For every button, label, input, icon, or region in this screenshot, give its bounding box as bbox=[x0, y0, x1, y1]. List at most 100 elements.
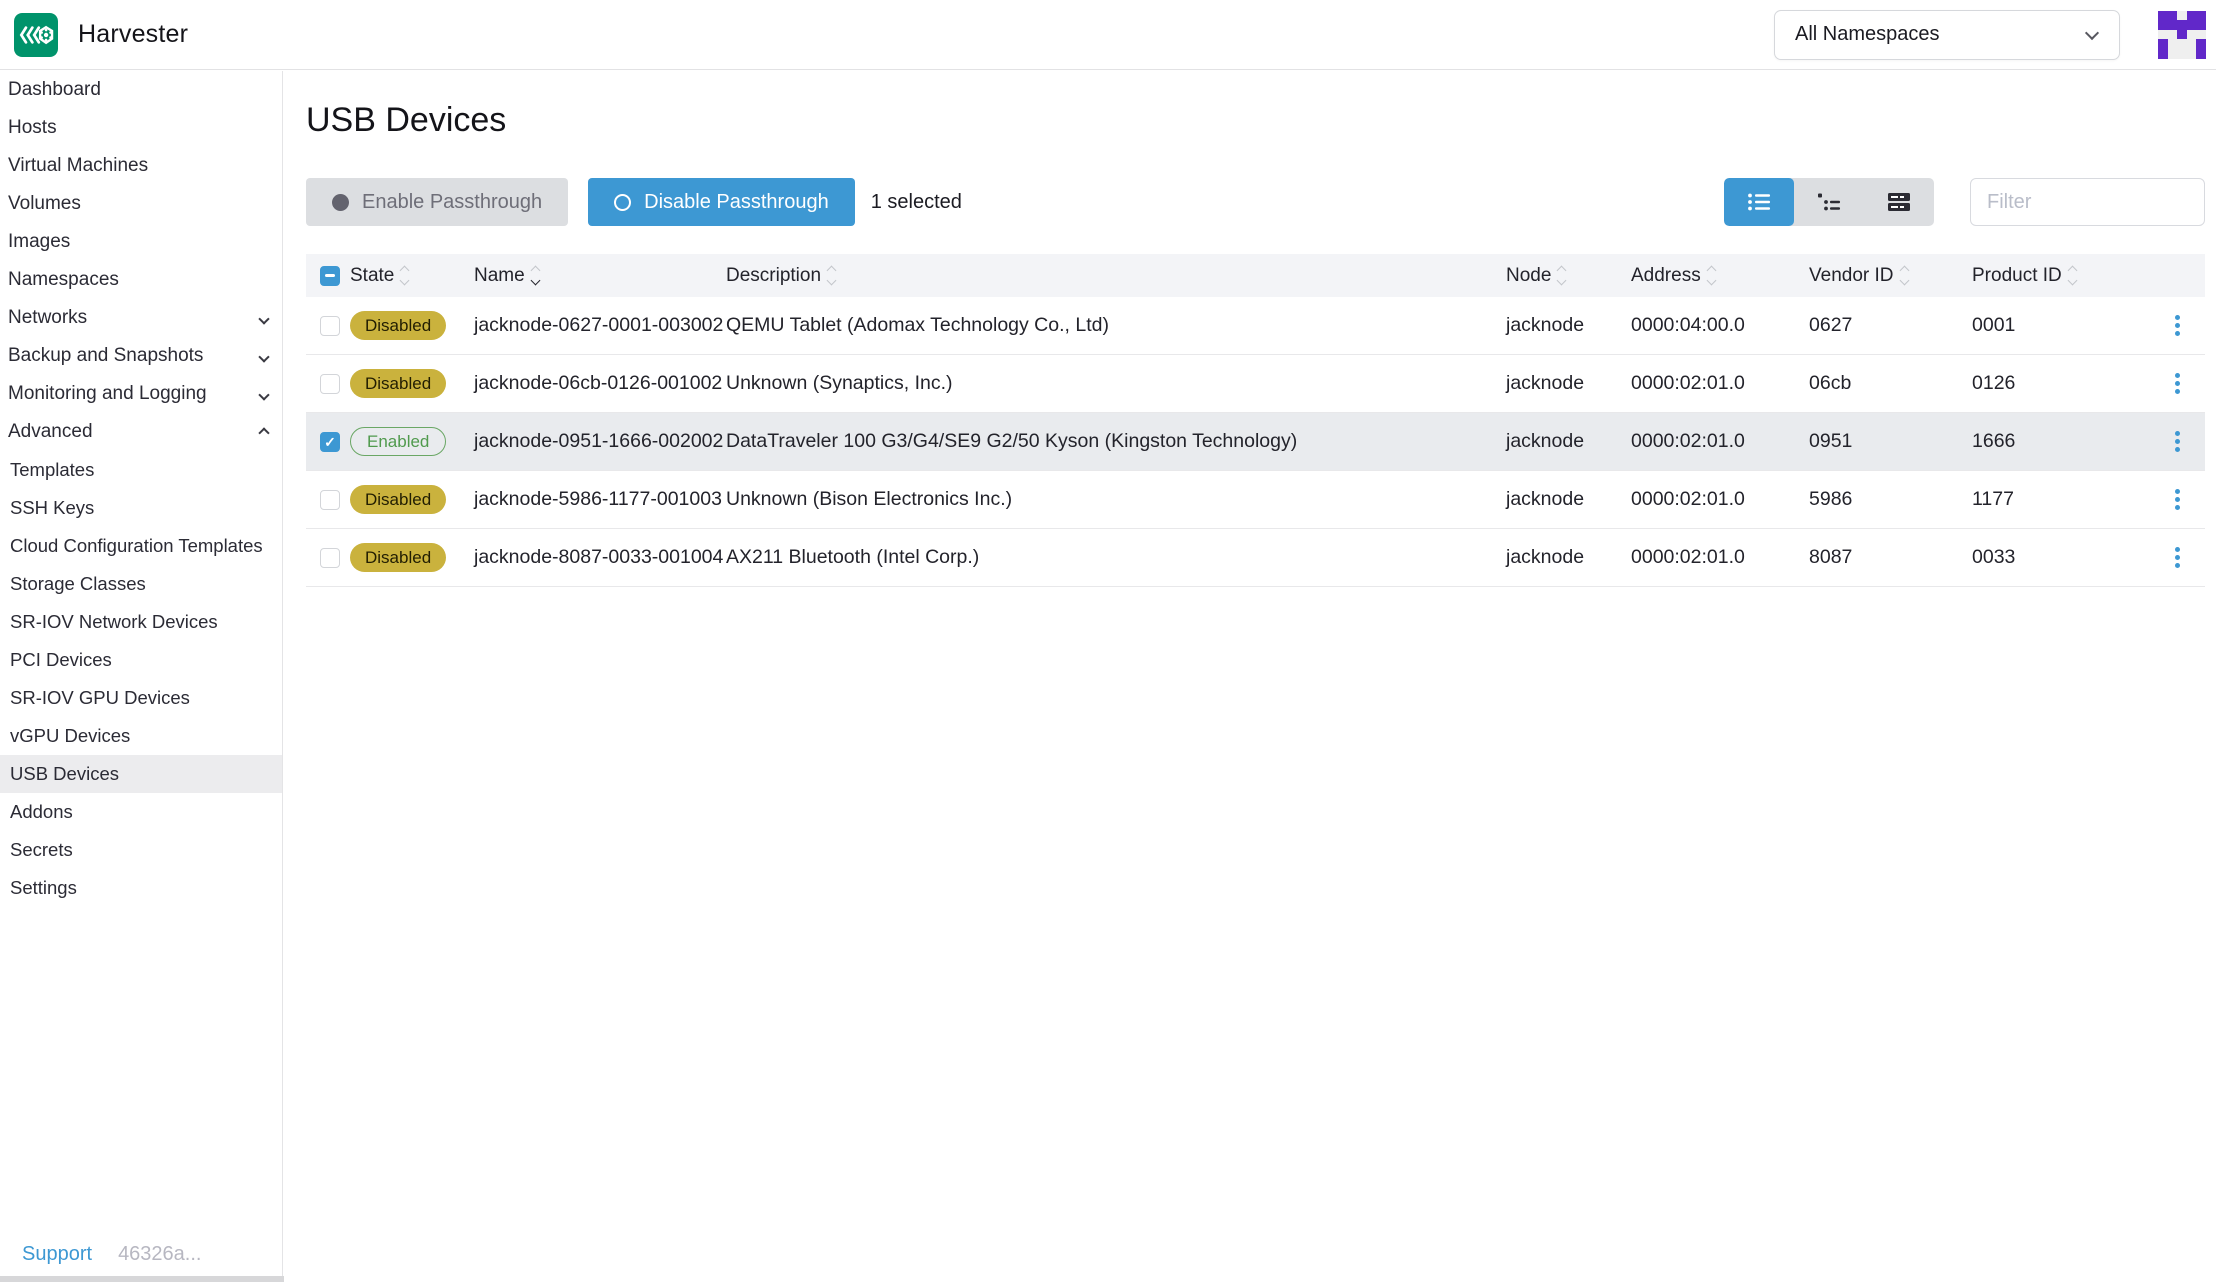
sidebar-group-advanced[interactable]: Advanced bbox=[0, 413, 282, 451]
sidebar-item-volumes[interactable]: Volumes bbox=[0, 185, 282, 223]
sidebar-item-ssh-keys[interactable]: SSH Keys bbox=[0, 489, 282, 527]
table-header-row: State Name Description Node Address bbox=[306, 254, 2205, 297]
table-row-selected: Enabled jacknode-0951-1666-002002 DataTr… bbox=[306, 413, 2205, 471]
status-badge: Enabled bbox=[350, 427, 446, 456]
sidebar-group-networks[interactable]: Networks bbox=[0, 299, 282, 337]
device-product-id: 0033 bbox=[1972, 546, 2149, 569]
device-name: jacknode-0627-0001-003002 bbox=[474, 314, 726, 337]
sidebar-item-dashboard[interactable]: Dashboard bbox=[0, 71, 282, 109]
device-address: 0000:02:01.0 bbox=[1631, 430, 1809, 453]
harvester-app: Harvester All Namespaces Dashboard Hosts… bbox=[0, 0, 2216, 1282]
sidebar-item-secrets[interactable]: Secrets bbox=[0, 831, 282, 869]
table-row: Disabled jacknode-06cb-0126-001002 Unkno… bbox=[306, 355, 2205, 413]
chevron-down-icon bbox=[260, 307, 268, 329]
row-checkbox[interactable] bbox=[320, 548, 340, 568]
column-header-state[interactable]: State bbox=[350, 265, 474, 287]
namespace-selector[interactable]: All Namespaces bbox=[1774, 10, 2120, 60]
device-name: jacknode-06cb-0126-001002 bbox=[474, 372, 726, 395]
device-node: jacknode bbox=[1506, 546, 1631, 569]
row-actions-menu-icon[interactable] bbox=[2175, 555, 2180, 560]
sort-icon bbox=[401, 267, 408, 284]
sidebar-item-storage-classes[interactable]: Storage Classes bbox=[0, 565, 282, 603]
usb-devices-table: State Name Description Node Address bbox=[306, 254, 2205, 587]
device-vendor-id: 0627 bbox=[1809, 314, 1972, 337]
sort-icon bbox=[828, 267, 835, 284]
version-text: 46326a... bbox=[118, 1243, 201, 1266]
chevron-down-icon bbox=[260, 345, 268, 367]
select-all-checkbox[interactable] bbox=[320, 266, 340, 286]
sort-icon bbox=[1558, 267, 1565, 284]
top-bar-right: All Namespaces bbox=[1774, 10, 2216, 60]
column-header-address[interactable]: Address bbox=[1631, 265, 1809, 287]
sort-icon bbox=[1901, 267, 1908, 284]
column-header-vendor-id[interactable]: Vendor ID bbox=[1809, 265, 1972, 287]
device-address: 0000:02:01.0 bbox=[1631, 372, 1809, 395]
harvester-logo-icon[interactable] bbox=[14, 13, 58, 57]
sidebar-item-sr-iov-network-devices[interactable]: SR-IOV Network Devices bbox=[0, 603, 282, 641]
row-actions-menu-icon[interactable] bbox=[2175, 439, 2180, 444]
row-checkbox[interactable] bbox=[320, 316, 340, 336]
sidebar-item-virtual-machines[interactable]: Virtual Machines bbox=[0, 147, 282, 185]
table-row: Disabled jacknode-8087-0033-001004 AX211… bbox=[306, 529, 2205, 587]
device-address: 0000:04:00.0 bbox=[1631, 314, 1809, 337]
device-address: 0000:02:01.0 bbox=[1631, 488, 1809, 511]
column-header-description[interactable]: Description bbox=[726, 265, 1506, 287]
sidebar-footer: Support 46326a... bbox=[22, 1243, 201, 1266]
column-header-product-id[interactable]: Product ID bbox=[1972, 265, 2149, 287]
chevron-down-icon bbox=[260, 383, 268, 405]
device-vendor-id: 8087 bbox=[1809, 546, 1972, 569]
sidebar-nav: Dashboard Hosts Virtual Machines Volumes… bbox=[0, 71, 282, 907]
sidebar-item-images[interactable]: Images bbox=[0, 223, 282, 261]
sidebar-item-usb-devices[interactable]: USB Devices bbox=[0, 755, 282, 793]
row-checkbox-checked[interactable] bbox=[320, 432, 340, 452]
view-mode-toggle bbox=[1724, 178, 1934, 226]
device-product-id: 0001 bbox=[1972, 314, 2149, 337]
row-checkbox[interactable] bbox=[320, 490, 340, 510]
support-link[interactable]: Support bbox=[22, 1243, 92, 1266]
row-actions-menu-icon[interactable] bbox=[2175, 497, 2180, 502]
device-description: Unknown (Bison Electronics Inc.) bbox=[726, 488, 1506, 511]
sidebar-group-monitoring-and-logging[interactable]: Monitoring and Logging bbox=[0, 375, 282, 413]
sidebar-item-sr-iov-gpu-devices[interactable]: SR-IOV GPU Devices bbox=[0, 679, 282, 717]
sidebar-item-settings[interactable]: Settings bbox=[0, 869, 282, 907]
namespace-selector-value: All Namespaces bbox=[1795, 23, 1940, 46]
records-view-button[interactable] bbox=[1864, 178, 1934, 226]
device-product-id: 0126 bbox=[1972, 372, 2149, 395]
sidebar-item-cloud-configuration-templates[interactable]: Cloud Configuration Templates bbox=[0, 527, 282, 565]
chevron-down-icon bbox=[2085, 25, 2099, 39]
filter-input[interactable] bbox=[1970, 178, 2205, 226]
sort-icon bbox=[2069, 267, 2076, 284]
status-badge: Disabled bbox=[350, 543, 446, 572]
sidebar-item-namespaces[interactable]: Namespaces bbox=[0, 261, 282, 299]
sort-icon-active bbox=[532, 267, 539, 284]
row-checkbox[interactable] bbox=[320, 374, 340, 394]
sidebar-group-backup-and-snapshots[interactable]: Backup and Snapshots bbox=[0, 337, 282, 375]
status-badge: Disabled bbox=[350, 311, 446, 340]
device-node: jacknode bbox=[1506, 488, 1631, 511]
row-actions-menu-icon[interactable] bbox=[2175, 381, 2180, 386]
user-avatar[interactable] bbox=[2158, 11, 2206, 59]
row-actions-menu-icon[interactable] bbox=[2175, 323, 2180, 328]
list-view-button[interactable] bbox=[1724, 178, 1794, 226]
enable-passthrough-button[interactable]: Enable Passthrough bbox=[306, 178, 568, 226]
device-node: jacknode bbox=[1506, 430, 1631, 453]
grouped-list-view-button[interactable] bbox=[1794, 178, 1864, 226]
column-header-name[interactable]: Name bbox=[474, 265, 726, 287]
sidebar-item-pci-devices[interactable]: PCI Devices bbox=[0, 641, 282, 679]
device-name: jacknode-5986-1177-001003 bbox=[474, 488, 726, 511]
device-name: jacknode-8087-0033-001004 bbox=[474, 546, 726, 569]
hollow-circle-icon bbox=[614, 194, 631, 211]
disable-passthrough-button[interactable]: Disable Passthrough bbox=[588, 178, 855, 226]
sidebar-item-templates[interactable]: Templates bbox=[0, 451, 282, 489]
chevron-up-icon bbox=[260, 421, 268, 443]
sidebar-item-vgpu-devices[interactable]: vGPU Devices bbox=[0, 717, 282, 755]
column-header-node[interactable]: Node bbox=[1506, 265, 1631, 287]
device-description: AX211 Bluetooth (Intel Corp.) bbox=[726, 546, 1506, 569]
brand: Harvester bbox=[0, 13, 188, 57]
status-badge: Disabled bbox=[350, 485, 446, 514]
sidebar-item-addons[interactable]: Addons bbox=[0, 793, 282, 831]
sidebar: Dashboard Hosts Virtual Machines Volumes… bbox=[0, 71, 283, 1282]
page-title: USB Devices bbox=[306, 101, 2205, 140]
sidebar-item-hosts[interactable]: Hosts bbox=[0, 109, 282, 147]
device-address: 0000:02:01.0 bbox=[1631, 546, 1809, 569]
